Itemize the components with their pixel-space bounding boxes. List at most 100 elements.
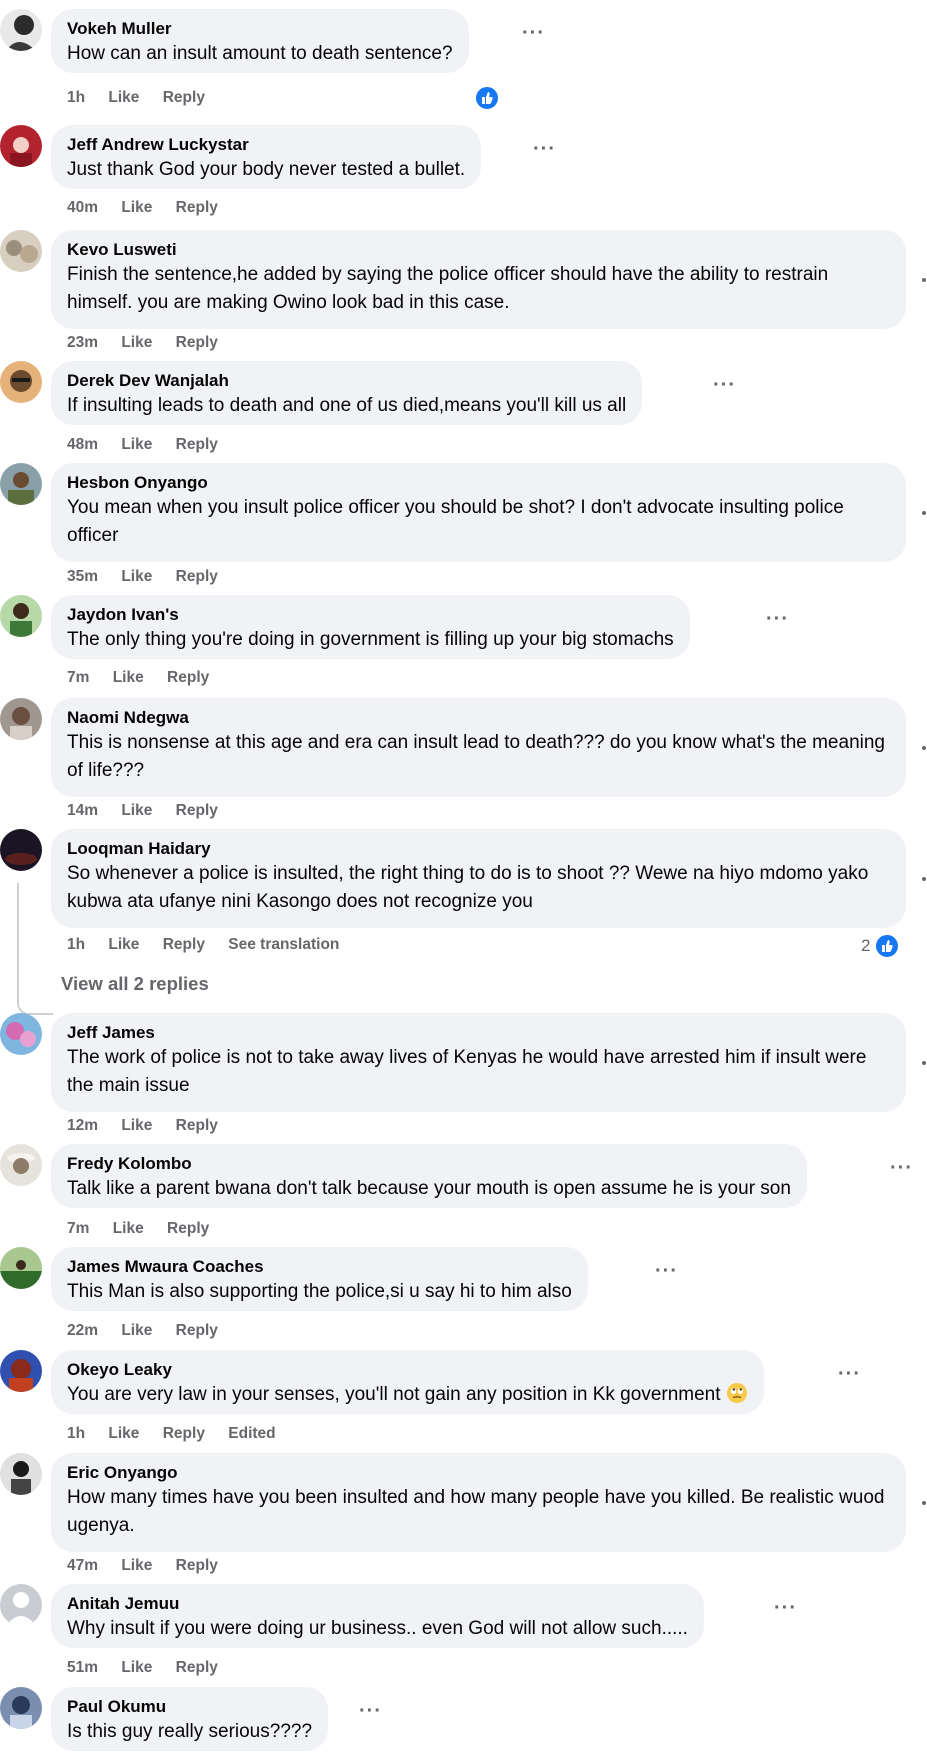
reply-button[interactable]: Reply bbox=[176, 1117, 218, 1134]
avatar[interactable] bbox=[0, 595, 42, 637]
avatar[interactable] bbox=[0, 698, 42, 740]
like-button[interactable]: Like bbox=[121, 1117, 152, 1134]
comment-time[interactable]: 35m bbox=[67, 568, 98, 585]
comment-author[interactable]: Paul Okumu bbox=[67, 1696, 312, 1718]
avatar[interactable] bbox=[0, 829, 42, 871]
like-button[interactable]: Like bbox=[113, 1220, 144, 1237]
comment-actions: 51m Like Reply bbox=[67, 1658, 237, 1678]
comment-author[interactable]: Naomi Ndegwa bbox=[67, 707, 890, 729]
more-options-icon[interactable] bbox=[922, 746, 926, 750]
avatar[interactable] bbox=[0, 1013, 42, 1055]
avatar[interactable] bbox=[0, 1350, 42, 1392]
like-button[interactable]: Like bbox=[108, 89, 139, 106]
reply-button[interactable]: Reply bbox=[167, 669, 209, 686]
more-options-icon[interactable] bbox=[922, 511, 926, 515]
reply-button[interactable]: Reply bbox=[176, 1659, 218, 1676]
reply-button[interactable]: Reply bbox=[163, 936, 205, 953]
thumbs-up-icon[interactable] bbox=[474, 85, 500, 111]
comment-time[interactable]: 47m bbox=[67, 1557, 98, 1574]
comment-author[interactable]: Derek Dev Wanjalah bbox=[67, 370, 626, 392]
more-options-icon[interactable] bbox=[922, 1501, 926, 1505]
more-options-icon[interactable] bbox=[922, 278, 926, 282]
comment-time[interactable]: 1h bbox=[67, 936, 85, 953]
avatar[interactable] bbox=[0, 361, 42, 403]
avatar[interactable] bbox=[0, 230, 42, 272]
comment-time[interactable]: 51m bbox=[67, 1659, 98, 1676]
comment-author[interactable]: Vokeh Muller bbox=[67, 18, 453, 40]
avatar[interactable] bbox=[0, 1247, 42, 1289]
like-button[interactable]: Like bbox=[108, 936, 139, 953]
comment-time[interactable]: 7m bbox=[67, 669, 89, 686]
like-button[interactable]: Like bbox=[121, 1557, 152, 1574]
more-options-icon[interactable]: ··· bbox=[890, 1158, 913, 1178]
avatar[interactable] bbox=[0, 463, 42, 505]
reply-button[interactable]: Reply bbox=[176, 802, 218, 819]
comment-time[interactable]: 40m bbox=[67, 199, 98, 216]
comment-author[interactable]: Kevo Lusweti bbox=[67, 239, 890, 261]
comment-author[interactable]: Anitah Jemuu bbox=[67, 1593, 688, 1615]
like-button[interactable]: Like bbox=[121, 436, 152, 453]
comment-author[interactable]: Fredy Kolombo bbox=[67, 1153, 791, 1175]
comment-time[interactable]: 23m bbox=[67, 334, 98, 351]
avatar[interactable] bbox=[0, 1144, 42, 1186]
like-button[interactable]: Like bbox=[121, 1322, 152, 1339]
comment-time[interactable]: 48m bbox=[67, 436, 98, 453]
avatar[interactable] bbox=[0, 9, 42, 51]
reaction-count[interactable]: 2 bbox=[861, 936, 870, 956]
comment-time[interactable]: 14m bbox=[67, 802, 98, 819]
comment-time[interactable]: 12m bbox=[67, 1117, 98, 1134]
like-button[interactable]: Like bbox=[121, 802, 152, 819]
comment-time[interactable]: 22m bbox=[67, 1322, 98, 1339]
reply-button[interactable]: Reply bbox=[167, 1220, 209, 1237]
comment-author[interactable]: Jeff James bbox=[67, 1022, 890, 1044]
more-options-icon[interactable] bbox=[922, 877, 926, 881]
like-button[interactable]: Like bbox=[121, 199, 152, 216]
comment-author[interactable]: Looqman Haidary bbox=[67, 838, 890, 860]
more-options-icon[interactable] bbox=[922, 1061, 926, 1065]
comment-time[interactable]: 1h bbox=[67, 89, 85, 106]
comment-author[interactable]: James Mwaura Coaches bbox=[67, 1256, 572, 1278]
view-replies-link[interactable]: View all 2 replies bbox=[61, 973, 209, 995]
more-options-icon[interactable]: ··· bbox=[774, 1598, 797, 1618]
avatar[interactable] bbox=[0, 1584, 42, 1626]
like-button[interactable]: Like bbox=[113, 669, 144, 686]
comment-time[interactable]: 1h bbox=[67, 1425, 85, 1442]
comment-bubble: Jeff Andrew Luckystar Just thank God you… bbox=[51, 125, 482, 189]
avatar[interactable] bbox=[0, 125, 42, 167]
like-button[interactable]: Like bbox=[121, 334, 152, 351]
reply-button[interactable]: Reply bbox=[163, 89, 205, 106]
comment-bubble: Okeyo Leaky You are very law in your sen… bbox=[51, 1350, 764, 1414]
more-options-icon[interactable]: ··· bbox=[713, 375, 736, 395]
comment-author[interactable]: Jaydon Ivan's bbox=[67, 604, 674, 626]
more-options-icon[interactable]: ··· bbox=[655, 1261, 678, 1281]
reply-button[interactable]: Reply bbox=[176, 1322, 218, 1339]
comment-author[interactable]: Jeff Andrew Luckystar bbox=[67, 134, 465, 156]
more-options-icon[interactable]: ··· bbox=[766, 609, 789, 629]
comment-author[interactable]: Hesbon Onyango bbox=[67, 472, 890, 494]
see-translation-link[interactable]: See translation bbox=[228, 936, 339, 953]
reply-button[interactable]: Reply bbox=[176, 568, 218, 585]
reply-button[interactable]: Reply bbox=[176, 199, 218, 216]
thumbs-up-icon[interactable] bbox=[874, 933, 900, 959]
reply-button[interactable]: Reply bbox=[163, 1425, 205, 1442]
more-options-icon[interactable]: ··· bbox=[838, 1364, 861, 1384]
comment-bubble: Anitah Jemuu Why insult if you were doin… bbox=[51, 1584, 704, 1648]
comment-author[interactable]: Eric Onyango bbox=[67, 1462, 890, 1484]
more-options-icon[interactable]: ··· bbox=[522, 23, 545, 43]
reply-thread-line bbox=[17, 883, 53, 1015]
comment-time[interactable]: 7m bbox=[67, 1220, 89, 1237]
like-button[interactable]: Like bbox=[108, 1425, 139, 1442]
more-options-icon[interactable]: ··· bbox=[533, 139, 556, 159]
reply-button[interactable]: Reply bbox=[176, 1557, 218, 1574]
like-button[interactable]: Like bbox=[121, 568, 152, 585]
reply-button[interactable]: Reply bbox=[176, 334, 218, 351]
more-options-icon[interactable]: ··· bbox=[359, 1701, 382, 1721]
comment-text: This is nonsense at this age and era can… bbox=[67, 732, 885, 781]
avatar[interactable] bbox=[0, 1687, 42, 1729]
comment-actions: 23m Like Reply bbox=[67, 333, 237, 353]
like-button[interactable]: Like bbox=[121, 1659, 152, 1676]
comment-author[interactable]: Okeyo Leaky bbox=[67, 1359, 748, 1381]
reply-button[interactable]: Reply bbox=[176, 436, 218, 453]
avatar[interactable] bbox=[0, 1453, 42, 1495]
comment-bubble: Looqman Haidary So whenever a police is … bbox=[51, 829, 906, 928]
